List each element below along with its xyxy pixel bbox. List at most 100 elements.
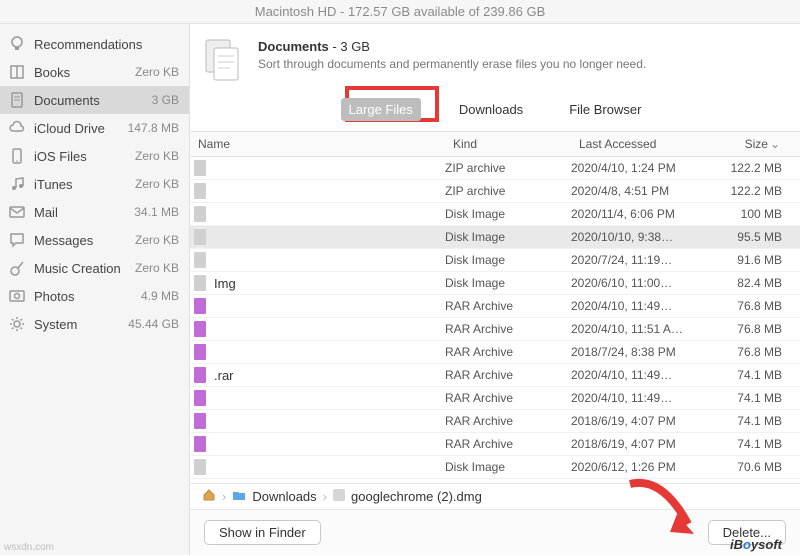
- photo-icon: [8, 287, 26, 305]
- folder-icon[interactable]: [232, 489, 246, 504]
- music-icon: [8, 175, 26, 193]
- sidebar-item-label: Music Creation: [34, 261, 127, 276]
- sidebar-item-label: iOS Files: [34, 149, 127, 164]
- table-row[interactable]: RAR Archive2018/6/19, 4:07 PM74.1 MB: [190, 433, 800, 456]
- file-last-accessed: 2020/4/10, 11:49…: [571, 368, 711, 382]
- sidebar-item-size: Zero KB: [135, 65, 179, 79]
- table-header: Name Kind Last Accessed Size: [190, 131, 800, 157]
- sidebar-item-label: Messages: [34, 233, 127, 248]
- file-list: ZIP archive2020/4/10, 1:24 PM122.2 MBZIP…: [190, 157, 800, 483]
- table-row[interactable]: Disk Image2020/6/12, 1:26 PM70.6 MB: [190, 456, 800, 479]
- file-last-accessed: 2018/7/24, 8:38 PM: [571, 345, 711, 359]
- table-row[interactable]: Disk Image2020/7/24, 11:19…91.6 MB: [190, 249, 800, 272]
- tabs: Large Files Downloads File Browser: [190, 92, 800, 131]
- sidebar-item-label: Recommendations: [34, 37, 171, 52]
- sidebar-item-size: Zero KB: [135, 261, 179, 275]
- sidebar-item-ios-files[interactable]: iOS Files Zero KB: [0, 142, 189, 170]
- tab-downloads[interactable]: Downloads: [451, 98, 531, 121]
- sidebar-item-size: Zero KB: [135, 177, 179, 191]
- sidebar-item-label: Mail: [34, 205, 126, 220]
- table-row[interactable]: RAR Archive2018/7/24, 8:38 PM76.8 MB: [190, 341, 800, 364]
- breadcrumb-file: googlechrome (2).dmg: [351, 489, 482, 504]
- disk-icon: [333, 489, 345, 504]
- table-row[interactable]: .rarRAR Archive2020/4/10, 11:49…74.1 MB: [190, 364, 800, 387]
- sidebar-item-documents[interactable]: Documents3 GB: [0, 86, 189, 114]
- file-name: Img: [214, 276, 236, 291]
- chat-icon: [8, 231, 26, 249]
- file-size: 70.6 MB: [711, 460, 800, 474]
- file-last-accessed: 2020/6/12, 1:26 PM: [571, 460, 711, 474]
- file-icon: [192, 388, 208, 408]
- table-row[interactable]: RAR Archive2018/6/19, 4:07 PM74.1 MB: [190, 410, 800, 433]
- sidebar-item-size: Zero KB: [135, 149, 179, 163]
- file-last-accessed: 2020/4/10, 1:24 PM: [571, 161, 711, 175]
- table-row[interactable]: Disk Image2020/11/4, 6:06 PM100 MB: [190, 203, 800, 226]
- file-last-accessed: 2020/4/10, 11:49…: [571, 299, 711, 313]
- window-title: Macintosh HD - 172.57 GB available of 23…: [0, 0, 800, 24]
- watermark-url: wsxdn.com: [4, 542, 54, 553]
- breadcrumb-downloads[interactable]: Downloads: [252, 489, 316, 504]
- file-last-accessed: 2020/7/24, 11:19…: [571, 253, 711, 267]
- home-icon[interactable]: [202, 489, 216, 504]
- table-row[interactable]: ZIP archive2020/4/8, 4:51 PM122.2 MB: [190, 180, 800, 203]
- documents-icon: [204, 38, 244, 84]
- file-kind: Disk Image: [445, 253, 571, 267]
- doc-icon: [8, 91, 26, 109]
- file-last-accessed: 2020/10/10, 9:38…: [571, 230, 711, 244]
- table-row[interactable]: ZIP archive2020/4/10, 1:24 PM122.2 MB: [190, 157, 800, 180]
- sidebar-item-mail[interactable]: Mail34.1 MB: [0, 198, 189, 226]
- show-in-finder-button[interactable]: Show in Finder: [204, 520, 321, 545]
- file-size: 76.8 MB: [711, 299, 800, 313]
- sidebar: Recommendations BooksZero KBDocuments3 GB…: [0, 24, 190, 555]
- page-subtitle: Sort through documents and permanently e…: [258, 57, 646, 71]
- sidebar-item-size: Zero KB: [135, 233, 179, 247]
- file-last-accessed: 2018/6/19, 4:07 PM: [571, 437, 711, 451]
- col-last-accessed[interactable]: Last Accessed: [571, 132, 711, 156]
- col-name[interactable]: Name: [190, 132, 445, 156]
- tab-file-browser[interactable]: File Browser: [561, 98, 649, 121]
- file-size: 76.8 MB: [711, 345, 800, 359]
- file-size: 74.1 MB: [711, 414, 800, 428]
- sidebar-item-itunes[interactable]: iTunes Zero KB: [0, 170, 189, 198]
- file-icon: [192, 204, 208, 224]
- file-icon: [192, 158, 208, 178]
- sidebar-item-size: 4.9 MB: [141, 289, 179, 303]
- file-kind: RAR Archive: [445, 345, 571, 359]
- sidebar-item-music-creation[interactable]: Music Creation Zero KB: [0, 254, 189, 282]
- file-kind: RAR Archive: [445, 322, 571, 336]
- sidebar-item-photos[interactable]: Photos4.9 MB: [0, 282, 189, 310]
- col-kind[interactable]: Kind: [445, 132, 571, 156]
- sidebar-item-label: iTunes: [34, 177, 127, 192]
- sidebar-item-label: iCloud Drive: [34, 121, 120, 136]
- sidebar-item-label: Documents: [34, 93, 144, 108]
- file-size: 76.8 MB: [711, 322, 800, 336]
- file-kind: Disk Image: [445, 276, 571, 290]
- file-last-accessed: 2020/11/4, 6:06 PM: [571, 207, 711, 221]
- sidebar-item-recommendations[interactable]: Recommendations: [0, 30, 189, 58]
- lightbulb-icon: [8, 35, 26, 53]
- sidebar-item-icloud-drive[interactable]: iCloud Drive147.8 MB: [0, 114, 189, 142]
- sidebar-item-messages[interactable]: Messages Zero KB: [0, 226, 189, 254]
- phone-icon: [8, 147, 26, 165]
- col-size[interactable]: Size: [711, 132, 800, 156]
- file-last-accessed: 2020/4/10, 11:49…: [571, 391, 711, 405]
- sidebar-item-books[interactable]: BooksZero KB: [0, 58, 189, 86]
- file-icon: [192, 296, 208, 316]
- sidebar-item-system[interactable]: System45.44 GB: [0, 310, 189, 338]
- file-name: .rar: [214, 368, 234, 383]
- tab-large-files[interactable]: Large Files: [341, 98, 421, 121]
- book-icon: [8, 63, 26, 81]
- breadcrumb: › Downloads › googlechrome (2).dmg: [190, 483, 800, 509]
- table-row[interactable]: Disk Image2020/10/10, 9:38…95.5 MB: [190, 226, 800, 249]
- file-size: 122.2 MB: [711, 184, 800, 198]
- table-row[interactable]: ImgDisk Image2020/6/10, 11:00…82.4 MB: [190, 272, 800, 295]
- file-icon: [192, 227, 208, 247]
- file-size: 82.4 MB: [711, 276, 800, 290]
- file-last-accessed: 2020/4/8, 4:51 PM: [571, 184, 711, 198]
- page-title: Documents - 3 GB: [258, 38, 646, 55]
- table-row[interactable]: RAR Archive2020/4/10, 11:49…74.1 MB: [190, 387, 800, 410]
- file-kind: ZIP archive: [445, 184, 571, 198]
- file-icon: [192, 365, 208, 385]
- table-row[interactable]: RAR Archive2020/4/10, 11:49…76.8 MB: [190, 295, 800, 318]
- table-row[interactable]: RAR Archive2020/4/10, 11:51 A…76.8 MB: [190, 318, 800, 341]
